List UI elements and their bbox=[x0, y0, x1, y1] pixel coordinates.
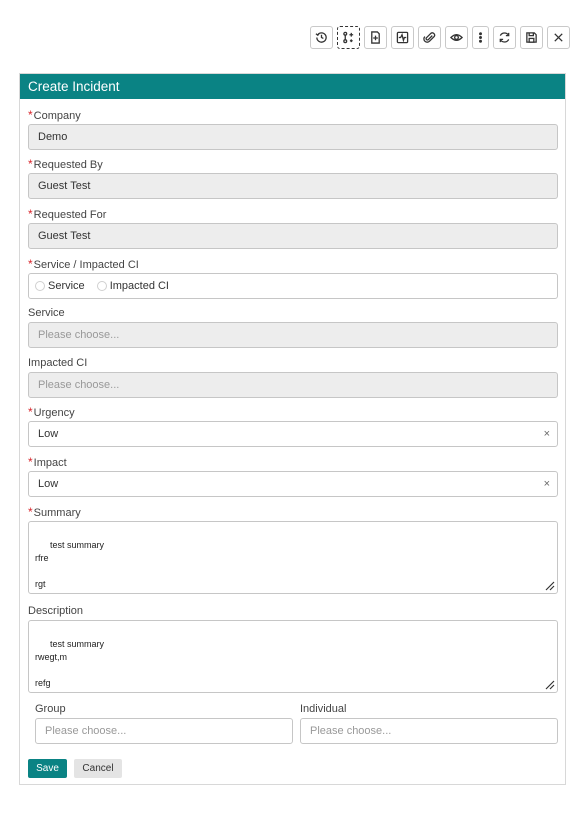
individual-field: Individual Please choose... bbox=[300, 702, 558, 744]
requested-for-label: *Requested For bbox=[28, 207, 107, 221]
requested-by-label: *Requested By bbox=[28, 157, 103, 171]
impacted-ci-radio[interactable] bbox=[96, 281, 107, 291]
new-document-icon[interactable] bbox=[364, 26, 387, 49]
service-label: Service bbox=[28, 307, 65, 319]
description-field: Description test summary rwegt,m refg bbox=[28, 604, 558, 693]
urgency-value: Low bbox=[38, 428, 59, 440]
view-icon[interactable] bbox=[445, 26, 468, 49]
impact-field: *Impact Low × bbox=[28, 455, 558, 497]
resize-handle-icon[interactable] bbox=[545, 581, 555, 591]
impact-label: *Impact bbox=[28, 455, 67, 469]
summary-label: *Summary bbox=[28, 505, 81, 519]
service-select[interactable]: Please choose... bbox=[28, 322, 558, 348]
description-label: Description bbox=[28, 605, 84, 617]
split-icon[interactable] bbox=[337, 26, 360, 49]
group-field: Group Please choose... bbox=[35, 702, 293, 744]
toolbar bbox=[310, 26, 570, 49]
description-textarea[interactable]: test summary rwegt,m refg bbox=[28, 620, 558, 693]
summary-textarea[interactable]: test summary rfre rgt bbox=[28, 521, 558, 594]
company-label: *Company bbox=[28, 108, 81, 122]
impact-select[interactable]: Low × bbox=[28, 471, 558, 497]
company-input[interactable]: Demo bbox=[28, 124, 558, 150]
summary-field: *Summary test summary rfre rgt bbox=[28, 505, 558, 594]
summary-text: test summary rfre rgt bbox=[35, 540, 105, 589]
service-impacted-field: *Service / Impacted CI Service Impacted … bbox=[28, 257, 558, 299]
history-icon[interactable] bbox=[310, 26, 333, 49]
impact-clear-icon[interactable]: × bbox=[544, 472, 550, 496]
service-radio-label[interactable]: Service bbox=[48, 274, 85, 298]
save-button[interactable]: Save bbox=[28, 759, 67, 778]
group-select[interactable]: Please choose... bbox=[35, 718, 293, 744]
individual-label: Individual bbox=[300, 703, 347, 715]
requested-for-input[interactable]: Guest Test bbox=[28, 223, 558, 249]
company-field: *Company Demo bbox=[28, 108, 558, 150]
service-radio[interactable] bbox=[35, 281, 45, 291]
refresh-icon[interactable] bbox=[493, 26, 516, 49]
activity-icon[interactable] bbox=[391, 26, 414, 49]
impact-value: Low bbox=[38, 478, 59, 490]
cancel-button[interactable]: Cancel bbox=[74, 759, 122, 778]
close-icon[interactable] bbox=[547, 26, 570, 49]
urgency-select[interactable]: Low × bbox=[28, 421, 558, 447]
create-incident-panel: Create Incident *Company Demo *Requested… bbox=[19, 73, 566, 785]
urgency-clear-icon[interactable]: × bbox=[544, 422, 550, 446]
panel-title: Create Incident bbox=[20, 74, 565, 99]
impacted-ci-field: Impacted CI Please choose... bbox=[28, 356, 558, 398]
service-impacted-radio-group: Service Impacted CI bbox=[28, 273, 558, 299]
service-field: Service Please choose... bbox=[28, 306, 558, 348]
more-icon[interactable] bbox=[472, 26, 489, 49]
description-text: test summary rwegt,m refg bbox=[35, 639, 105, 688]
group-label: Group bbox=[35, 703, 66, 715]
requested-by-input[interactable]: Guest Test bbox=[28, 173, 558, 199]
impacted-ci-radio-label[interactable]: Impacted CI bbox=[110, 274, 169, 298]
save-icon[interactable] bbox=[520, 26, 543, 49]
urgency-label: *Urgency bbox=[28, 405, 75, 419]
individual-select[interactable]: Please choose... bbox=[300, 718, 558, 744]
impacted-ci-select[interactable]: Please choose... bbox=[28, 372, 558, 398]
attachment-icon[interactable] bbox=[418, 26, 441, 49]
resize-handle-icon[interactable] bbox=[545, 680, 555, 690]
impacted-ci-label: Impacted CI bbox=[28, 357, 88, 369]
urgency-field: *Urgency Low × bbox=[28, 405, 558, 447]
requested-by-field: *Requested By Guest Test bbox=[28, 157, 558, 199]
service-impacted-label: *Service / Impacted CI bbox=[28, 257, 139, 271]
requested-for-field: *Requested For Guest Test bbox=[28, 207, 558, 249]
